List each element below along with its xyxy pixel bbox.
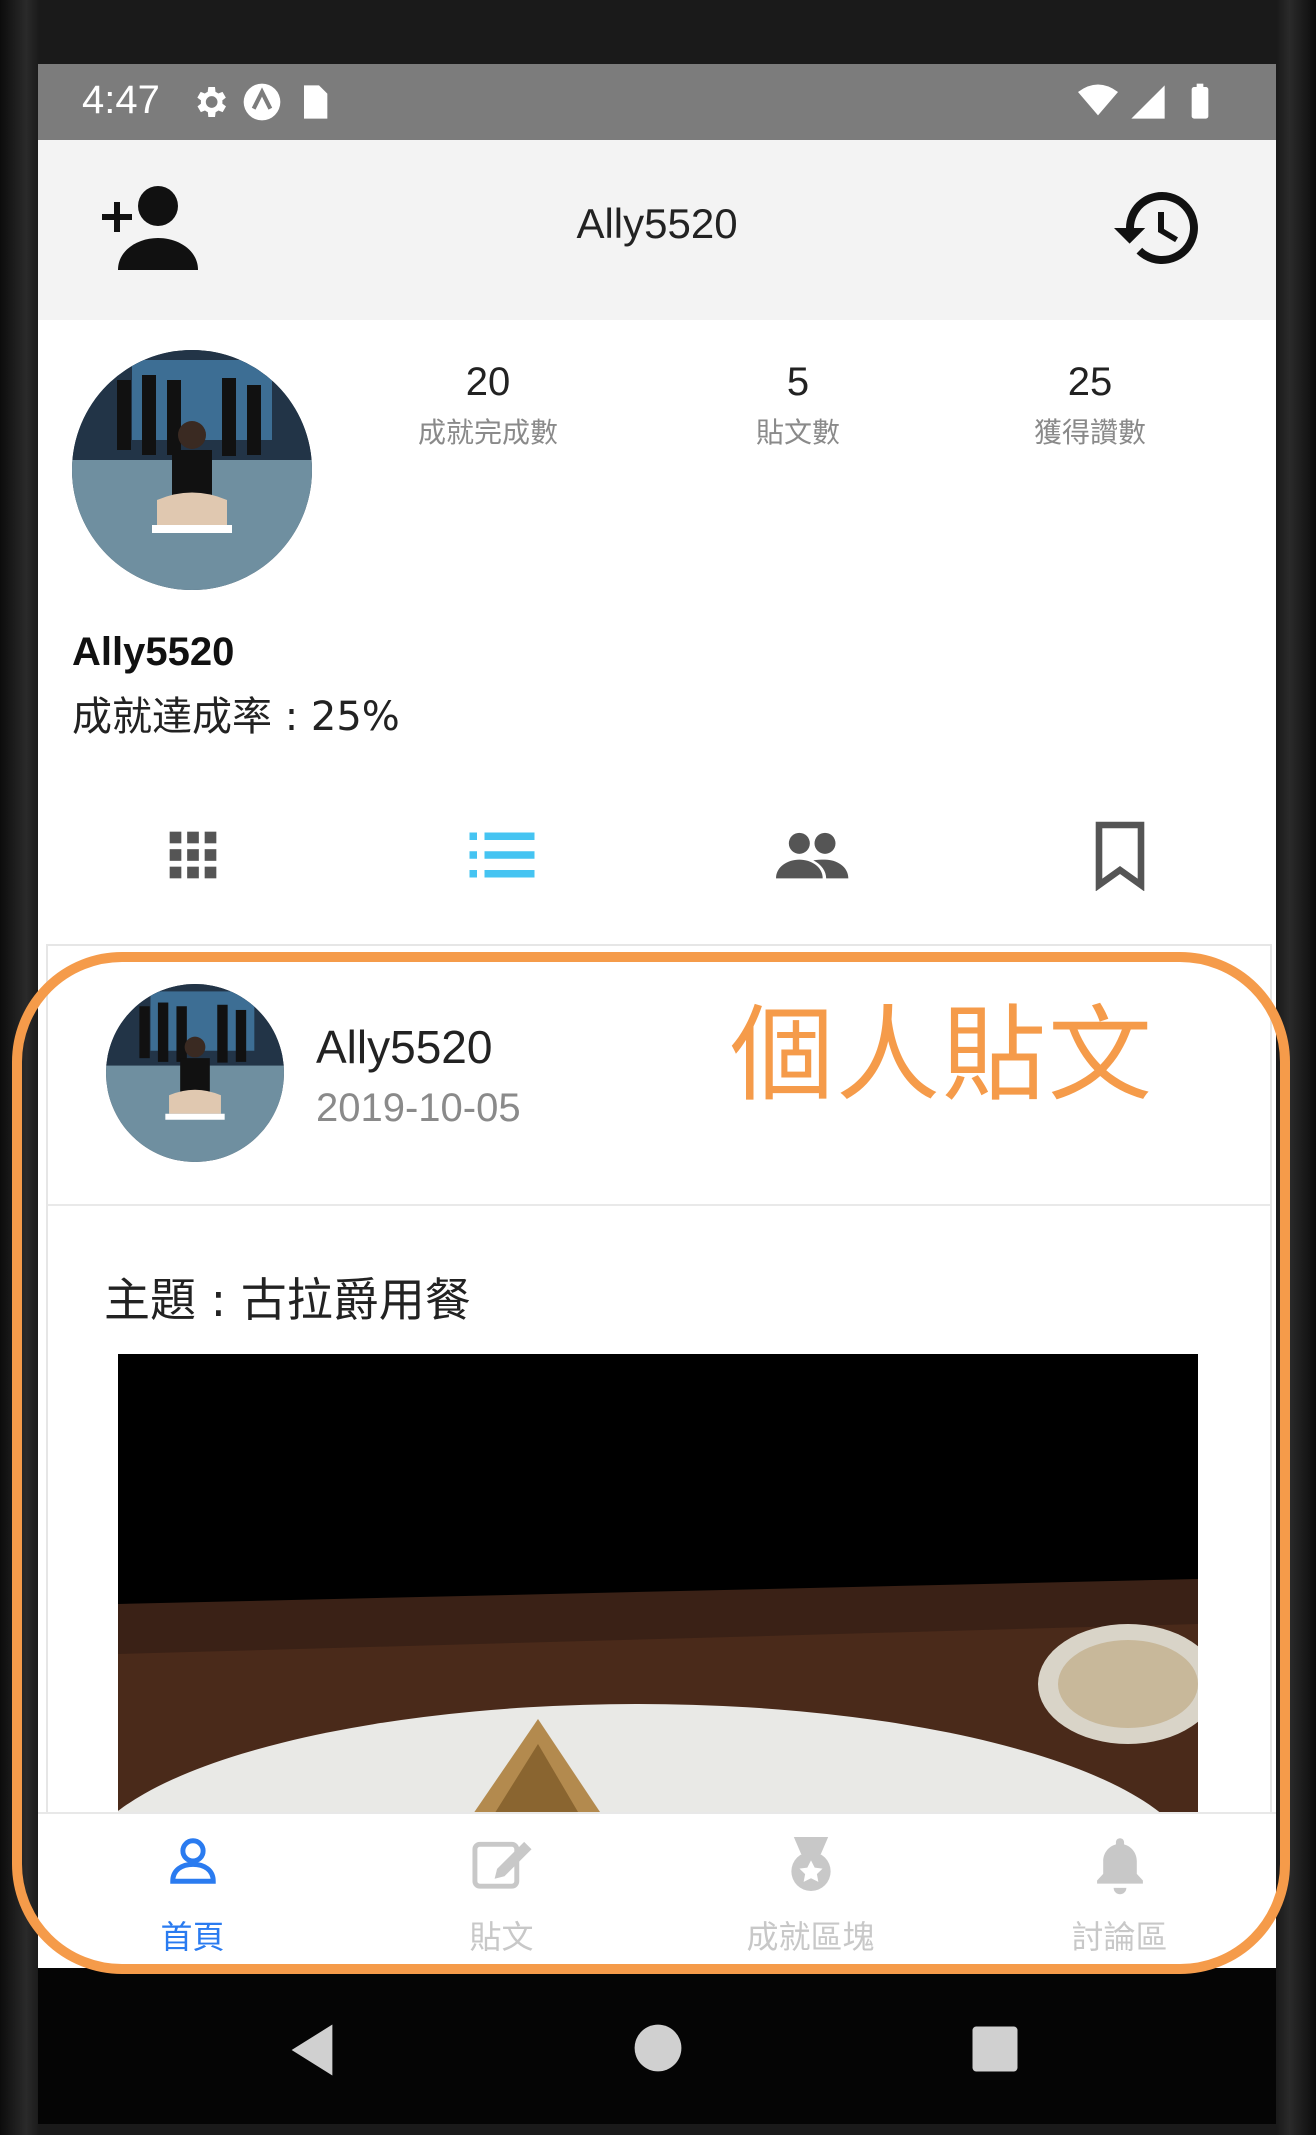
tab-friends[interactable]: [656, 782, 965, 928]
nav-post-label: 貼文: [469, 1918, 534, 1956]
app-bar: Ally5520: [38, 140, 1276, 320]
post-avatar[interactable]: [106, 984, 284, 1162]
nav-achievements-label: 成就區塊: [746, 1918, 875, 1956]
back-icon[interactable]: [286, 2022, 338, 2078]
medal-icon: [790, 1837, 831, 1891]
post-author[interactable]: Ally5520: [316, 1020, 492, 1074]
person-icon: [169, 1838, 216, 1884]
profile-avatar[interactable]: [72, 350, 312, 590]
post-date: 2019-10-05: [316, 1086, 521, 1130]
nav-discussion[interactable]: 討論區: [965, 1814, 1274, 1970]
settings-icon: [197, 87, 226, 117]
people-icon: [775, 832, 848, 879]
status-bar: 4:47: [38, 64, 1276, 140]
tab-grid[interactable]: [38, 782, 347, 928]
tab-list[interactable]: [347, 782, 656, 928]
stat-achievements: 20 成就完成數: [378, 360, 598, 451]
stat-likes-label: 獲得讚數: [1033, 416, 1146, 449]
profile-header: 20 成就完成數 5 貼文數 25 獲得讚數 Ally5520 成就達成率 : …: [38, 320, 1276, 784]
post-divider: [48, 1204, 1270, 1206]
status-time: 4:47: [82, 78, 160, 122]
achievement-rate: 成就達成率 : 25%: [72, 694, 400, 740]
home-circle-icon[interactable]: [632, 2022, 684, 2074]
sd-card-icon: [304, 85, 328, 119]
recents-icon[interactable]: [970, 2024, 1020, 2074]
stat-likes: 25 獲得讚數: [980, 360, 1200, 451]
nav-home[interactable]: 首頁: [38, 1814, 347, 1970]
bottom-nav: 首頁 貼文 成就區塊 討論區: [38, 1812, 1276, 1970]
list-icon: [469, 832, 534, 878]
history-icon[interactable]: [1108, 180, 1208, 276]
notification-a-icon: [243, 83, 281, 121]
post-photo[interactable]: [118, 1354, 1198, 1874]
stat-posts: 5 貼文數: [688, 360, 908, 451]
nav-post[interactable]: 貼文: [347, 1814, 656, 1970]
edit-icon: [471, 1841, 532, 1889]
stat-posts-value: 5: [786, 360, 810, 404]
nav-discussion-label: 討論區: [1071, 1918, 1168, 1956]
wifi-icon: [1078, 84, 1118, 116]
nav-achievements[interactable]: 成就區塊: [656, 1814, 965, 1970]
post-topic: 主題 : 古拉爵用餐: [104, 1273, 471, 1327]
page-title: Ally5520: [576, 200, 738, 247]
bell-icon: [1096, 1838, 1143, 1895]
stat-posts-label: 貼文數: [755, 416, 840, 449]
profile-tabs: [38, 782, 1276, 928]
grid-icon: [169, 831, 216, 879]
stat-achievements-label: 成就完成數: [417, 416, 558, 449]
bookmark-icon: [1095, 821, 1144, 891]
nav-home-label: 首頁: [160, 1918, 225, 1956]
annotation-label: 個人貼文: [730, 994, 1155, 1116]
signal-icon: [1131, 85, 1165, 119]
tab-bookmarks[interactable]: [965, 782, 1274, 928]
stat-achievements-value: 20: [465, 360, 511, 404]
system-nav-bar: [38, 1968, 1276, 2124]
battery-icon: [1191, 83, 1209, 119]
profile-name: Ally5520: [72, 630, 235, 674]
stat-likes-value: 25: [1067, 360, 1113, 404]
